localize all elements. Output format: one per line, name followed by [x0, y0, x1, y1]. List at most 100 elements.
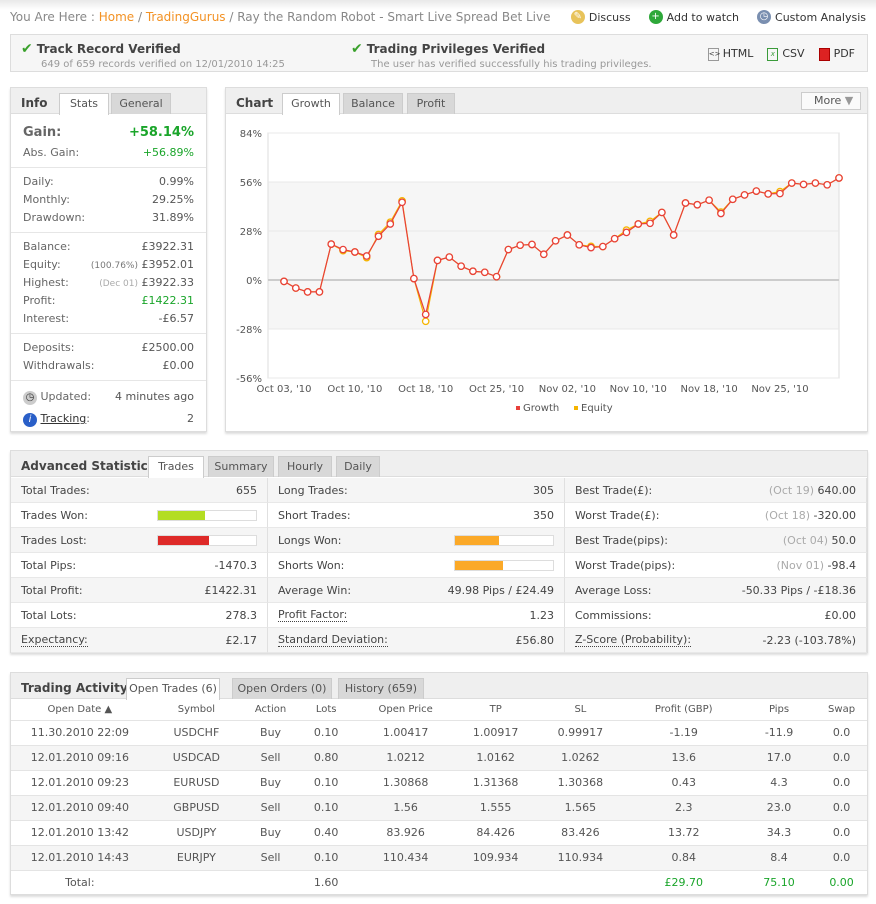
table-cell: 17.0: [741, 745, 817, 771]
table-cell: 34.3: [741, 820, 817, 846]
table-cell: 0.10: [297, 770, 356, 796]
stat-value: £1422.31: [204, 583, 258, 597]
stat-label: Longs Won:: [278, 533, 342, 547]
total-lots: 1.60: [313, 876, 339, 890]
table-cell: -11.9: [741, 720, 817, 746]
table-row: 12.01.2010 09:16 USDCAD Sell 0.80 1.0212 1.01…: [11, 745, 867, 771]
stat-value: £2.17: [225, 633, 258, 647]
tab-stats[interactable]: Stats: [59, 93, 109, 115]
data-point-growth: [410, 274, 418, 283]
growth-chart: 84%56%28%0%-28%-56%Oct 03, '10 Oct 10, '1…: [236, 129, 843, 414]
table-cell: Sell: [244, 745, 298, 771]
stat-label[interactable]: Standard Deviation:: [278, 633, 388, 647]
data-point-growth: [445, 253, 454, 261]
stat-longs-won: Longs Won:: [268, 528, 565, 553]
table-cell: 110.434: [355, 845, 456, 871]
table-cell: Buy: [244, 820, 298, 846]
table-row: 11.30.2010 22:09 USDCHF Buy 0.10 1.00417 1.00…: [11, 720, 867, 746]
x-tick-label: Oct 25, '10: [469, 384, 524, 395]
data-point-growth: [469, 267, 477, 276]
table-row: 12.01.2010 13:42 USDJPY Buy 0.40 83.926 84.42…: [11, 820, 867, 846]
tab-hourly[interactable]: Hourly: [278, 456, 332, 477]
tab-summary[interactable]: Summary: [208, 456, 274, 477]
data-point-growth: [528, 240, 536, 249]
table-cell: 4.3: [741, 770, 817, 796]
table-cell: 1.565: [535, 795, 626, 821]
add-to-watch-button[interactable]: + Add to watch: [648, 10, 739, 24]
updated-value: 4 minutes ago: [115, 390, 194, 403]
stat-label: Best Trade(pips):: [575, 533, 669, 547]
csv-file-icon: x: [767, 47, 779, 61]
drawdown-label: Drawdown:: [23, 211, 86, 224]
advanced-statistics-title: Advanced Statistics: [21, 459, 155, 473]
column-header[interactable]: Open Date ▲: [11, 700, 149, 721]
tab-general[interactable]: General: [111, 93, 171, 114]
advanced-statistics-panel: Advanced Statistics Trades Summary Hourl…: [10, 450, 868, 653]
stat-label: Total Pips:: [21, 558, 77, 572]
verification-bar: ✔ Track Record Verified 649 of 659 records…: [10, 34, 868, 72]
data-point-growth: [351, 248, 359, 256]
monthly-value: 29.25%: [152, 193, 194, 206]
stat-label: Total Trades:: [21, 483, 90, 497]
stat-label: Shorts Won:: [278, 558, 345, 572]
x-tick-label: Nov 18, '10: [680, 384, 737, 395]
tab-history[interactable]: History (659): [338, 678, 424, 699]
profit-value: £1422.31: [141, 294, 195, 307]
table-cell: EURJPY: [148, 845, 245, 871]
stat-label: Average Win:: [278, 583, 352, 597]
tab-trades[interactable]: Trades: [148, 456, 204, 478]
column-header: Lots: [297, 700, 356, 721]
stat-worst-trade-pips: Worst Trade(pips): (Nov 01) -98.4: [565, 553, 867, 578]
stat-total-trades: Total Trades: 655: [11, 478, 268, 503]
tab-daily[interactable]: Daily: [336, 456, 380, 477]
tab-open-orders[interactable]: Open Orders (0): [232, 678, 332, 699]
stat-trades-won: Trades Won:: [11, 503, 268, 528]
stat-label[interactable]: Z-Score (Probability):: [575, 633, 692, 647]
stat-label: Trades Won:: [21, 508, 88, 522]
balance-label: Balance:: [23, 240, 71, 253]
tab-growth[interactable]: Growth: [282, 93, 340, 115]
tracking-value: 2: [187, 412, 194, 425]
tab-balance[interactable]: Balance: [343, 93, 403, 114]
stat-standard-deviation: Standard Deviation: £56.80: [268, 628, 565, 653]
total-label: Total:: [65, 876, 95, 890]
table-cell: 1.56: [355, 795, 456, 821]
stat-date: (Oct 04): [782, 533, 828, 547]
info-title: Info: [21, 96, 48, 110]
data-point-growth: [457, 262, 465, 271]
table-cell: Sell: [244, 795, 298, 821]
stat-label: Worst Trade(pips):: [575, 558, 676, 572]
stat-label[interactable]: Expectancy:: [21, 633, 88, 647]
more-dropdown[interactable]: More ▼: [801, 92, 861, 110]
stat-total-lots: Total Lots: 278.3: [11, 603, 268, 628]
export-html[interactable]: <> HTML: [707, 47, 753, 61]
breadcrumb-home[interactable]: Home: [99, 10, 134, 24]
progress-fill: [158, 510, 206, 520]
balance-value: £3922.31: [141, 240, 195, 253]
tracking-link[interactable]: Tracking: [41, 412, 87, 425]
export-csv[interactable]: x CSV: [767, 47, 805, 61]
monthly-label: Monthly:: [23, 193, 70, 206]
progress-fill: [455, 560, 504, 570]
table-cell: Buy: [244, 770, 298, 796]
custom-analysis-button[interactable]: ◷ Custom Analysis: [757, 10, 866, 24]
stat-value: -320.00: [813, 508, 856, 522]
withdrawals-value: £0.00: [162, 359, 195, 372]
breadcrumb-tradinggurus[interactable]: TradingGurus: [146, 10, 226, 24]
column-header: SL: [535, 700, 626, 721]
table-cell: 12.01.2010 09:40: [11, 795, 149, 821]
discuss-button[interactable]: ✎ Discuss: [570, 10, 631, 24]
interest-value: -£6.57: [158, 312, 194, 325]
tab-profit[interactable]: Profit: [407, 93, 455, 114]
stat-date: (Nov 01): [776, 558, 825, 572]
updated-label: Updated:: [40, 390, 92, 403]
equity-percent: (100.76%): [90, 261, 138, 271]
table-cell: [149, 870, 244, 895]
stat-label[interactable]: Profit Factor:: [278, 608, 348, 622]
export-pdf[interactable]: PDF: [818, 47, 855, 61]
tab-open-trades[interactable]: Open Trades (6): [126, 678, 220, 700]
deposits-value: £2500.00: [141, 341, 195, 354]
stat-value: 640.00: [817, 483, 857, 497]
stat-worst-trade: Worst Trade(£): (Oct 18) -320.00: [565, 503, 867, 528]
data-point-growth: [386, 220, 395, 228]
